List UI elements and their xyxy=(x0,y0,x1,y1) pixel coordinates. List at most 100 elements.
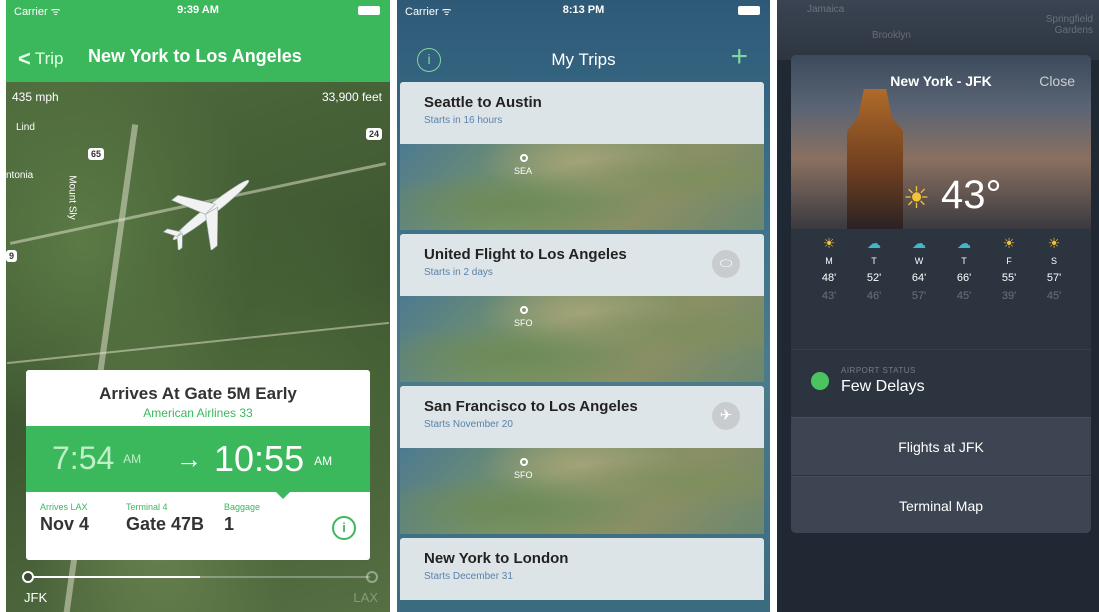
detail-value: Gate 47B xyxy=(126,514,205,534)
forecast-weekday: T xyxy=(961,256,967,266)
airport-code: SFO xyxy=(514,318,533,328)
trip-card[interactable]: United Flight to Los Angeles Starts in 2… xyxy=(400,234,764,382)
detail-label: Arrives LAX xyxy=(40,502,88,512)
airport-status: AIRPORT STATUS Few Delays xyxy=(791,349,1091,413)
forecast-high: 52' xyxy=(866,272,882,284)
flight-times: 7:54 AM → 10:55 AM xyxy=(26,426,370,499)
forecast-low: 45' xyxy=(1046,290,1062,302)
map-road xyxy=(6,321,390,365)
detail-label: Terminal 4 xyxy=(126,502,168,512)
trip-header: San Francisco to Los Angeles Starts Nove… xyxy=(400,386,764,448)
departure-time: 7:54 AM xyxy=(52,440,141,477)
origin-marker xyxy=(22,571,34,583)
weather-icon: ☁ xyxy=(957,235,971,251)
background-map-label: Jamaica xyxy=(807,4,845,15)
airport-pin-icon xyxy=(520,458,528,466)
origin-code: JFK xyxy=(24,590,48,605)
detail-value: Nov 4 xyxy=(40,514,90,534)
arrival-card[interactable]: Arrives At Gate 5M Early American Airlin… xyxy=(26,370,370,560)
progress-fill xyxy=(30,576,200,578)
airport-code: SEA xyxy=(514,166,533,176)
airplane-icon xyxy=(162,179,250,250)
terminal-map-button[interactable]: Terminal Map xyxy=(791,476,1091,533)
battery-icon xyxy=(738,6,760,15)
trip-name: Seattle to Austin xyxy=(424,94,542,111)
forecast-day: ☀ M 48' 43' xyxy=(809,235,849,302)
arrival-time: 10:55 AM xyxy=(214,438,332,480)
airline-logo-icon: ⬭ xyxy=(712,250,740,278)
status-value: Few Delays xyxy=(841,378,925,395)
page-title: New York to Los Angeles xyxy=(88,46,302,66)
background-map-label: Brooklyn xyxy=(872,30,911,41)
current-temperature: 43° xyxy=(941,173,1002,217)
forecast-high: 55' xyxy=(1001,272,1017,284)
weather-icon: ☀ xyxy=(822,235,836,251)
baggage-detail: Baggage 1 xyxy=(224,502,260,535)
forecast-high: 64' xyxy=(911,272,927,284)
forecast-day: ☁ W 64' 57' xyxy=(899,235,939,302)
forecast-day: ☁ T 66' 45' xyxy=(944,235,984,302)
arrow-right-icon: → xyxy=(176,444,202,474)
forecast-weekday: W xyxy=(914,256,924,266)
add-trip-button[interactable]: + xyxy=(730,40,748,74)
forecast-day: ☁ T 52' 46' xyxy=(854,235,894,302)
forecast-weekday: F xyxy=(1006,256,1012,266)
map-label: Mount Sly xyxy=(66,175,78,220)
airport-code: SFO xyxy=(514,470,533,480)
caret-down-icon xyxy=(276,492,290,499)
forecast-low: 57' xyxy=(911,290,927,302)
status-bar: Carrier ᯤ 9:39 AM xyxy=(6,0,390,20)
highway-shield: 9 xyxy=(6,250,18,262)
flights-at-airport-button[interactable]: Flights at JFK xyxy=(791,417,1091,475)
trip-header: United Flight to Los Angeles Starts in 2… xyxy=(400,234,764,296)
status-bar: Carrier ᯤ 8:13 PM xyxy=(397,0,770,20)
trip-start: Starts in 2 days xyxy=(424,267,493,278)
forecast-low: 43' xyxy=(821,290,837,302)
weather-icon: ☀ xyxy=(1047,235,1061,251)
arrival-date-detail: Arrives LAX Nov 4 xyxy=(40,502,89,535)
plane-icon: ✈ xyxy=(712,402,740,430)
flight-tracker-screen: Carrier ᯤ 9:39 AM < Trip New York to Los … xyxy=(6,0,390,612)
trip-map: SEA xyxy=(400,144,764,230)
back-button[interactable]: < Trip xyxy=(18,46,64,72)
weather-icon: ☀ xyxy=(1002,235,1016,251)
battery-icon xyxy=(358,6,380,15)
airline-flight: American Airlines 33 xyxy=(143,406,253,420)
close-button[interactable]: Close xyxy=(1039,73,1075,89)
terminal-detail: Terminal 4 Gate 47B xyxy=(126,502,204,535)
forecast-high: 66' xyxy=(956,272,972,284)
detail-value: 1 xyxy=(224,514,235,534)
chevron-left-icon: < xyxy=(18,46,31,71)
forecast-day: ☀ F 55' 39' xyxy=(989,235,1029,302)
airport-pin-icon xyxy=(520,306,528,314)
trip-card[interactable]: San Francisco to Los Angeles Starts Nove… xyxy=(400,386,764,534)
arrival-status: Arrives At Gate 5M Early xyxy=(99,384,297,403)
forecast-day: ☀ S 57' 45' xyxy=(1034,235,1074,302)
destination-marker xyxy=(366,571,378,583)
arrival-ampm: AM xyxy=(314,454,333,468)
highway-shield: 65 xyxy=(88,148,105,160)
trip-card[interactable]: Seattle to Austin Starts in 16 hours SEA xyxy=(400,82,764,230)
trip-map: SFO xyxy=(400,296,764,382)
forecast-weekday: T xyxy=(871,256,877,266)
weather-icon: ☁ xyxy=(867,235,881,251)
trip-header: Seattle to Austin Starts in 16 hours xyxy=(400,82,764,144)
map-label: ntonia xyxy=(6,170,34,181)
trip-header: New York to London Starts December 31 xyxy=(400,538,764,600)
flight-progress-bar[interactable] xyxy=(22,571,378,583)
trip-start: Starts in 16 hours xyxy=(424,115,503,126)
speed-readout: 435 mph xyxy=(12,90,59,104)
forecast-weekday: M xyxy=(825,256,833,266)
background-map-label: Springfield Gardens xyxy=(1045,14,1093,36)
airport-detail-screen: Brooklyn Springfield Gardens Jamaica New… xyxy=(777,0,1099,612)
airport-panel: New York - JFK Close ☀ 43° ☀ M 48' 43' ☁… xyxy=(791,55,1091,533)
status-time: 9:39 AM xyxy=(177,4,219,16)
forecast-low: 46' xyxy=(866,290,882,302)
trip-name: New York to London xyxy=(424,550,569,567)
trip-start: Starts November 20 xyxy=(424,419,513,430)
trip-map: SFO xyxy=(400,448,764,534)
page-title: My Trips xyxy=(551,50,616,69)
info-button[interactable]: i xyxy=(332,516,356,540)
trip-card[interactable]: New York to London Starts December 31 xyxy=(400,538,764,600)
departure-time-value: 7:54 xyxy=(52,440,115,476)
